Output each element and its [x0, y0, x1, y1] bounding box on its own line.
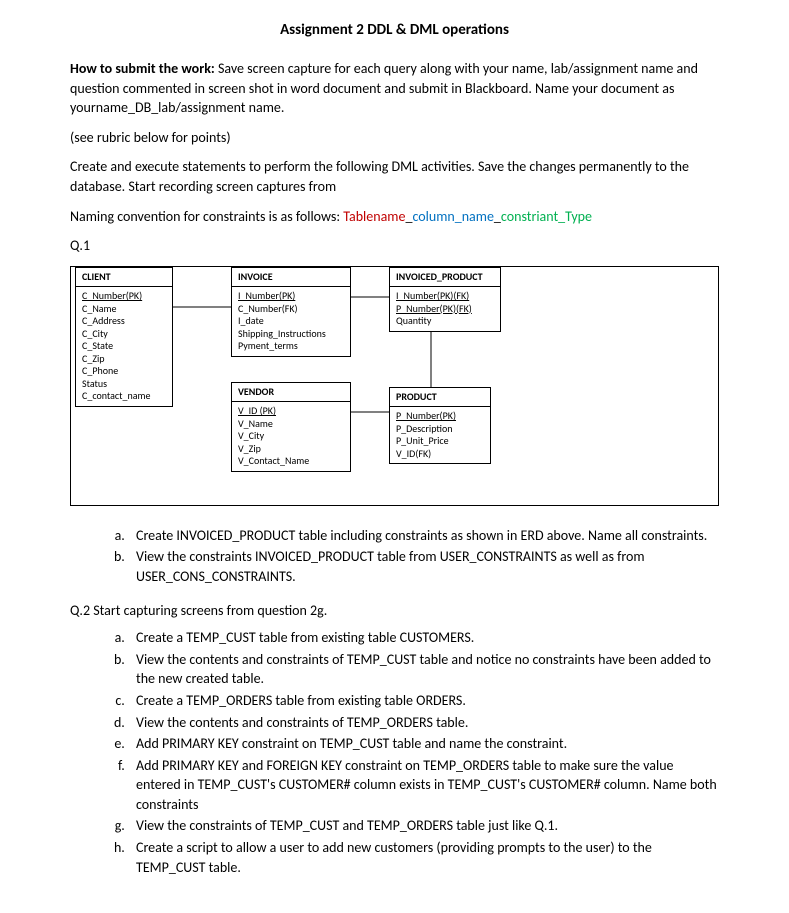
- entity-client-row: C_State: [82, 340, 166, 353]
- q1-item-a: Create INVOICED_PRODUCT table including …: [128, 526, 719, 546]
- q1-list: Create INVOICED_PRODUCT table including …: [70, 526, 719, 587]
- naming-column: column_name: [412, 208, 493, 225]
- q2-list: Create a TEMP_CUST table from existing t…: [70, 628, 719, 877]
- entity-vendor-row: V_City: [238, 430, 344, 443]
- entity-invoiced-product-row: I_Number(PK)(FK): [396, 290, 494, 303]
- entity-client: CLIENT C_Number(PK) C_Name C_Address C_C…: [75, 267, 173, 407]
- entity-invoice-row: Pyment_terms: [238, 340, 344, 353]
- create-stmt: Create and execute statements to perform…: [70, 157, 719, 196]
- q2-item-c: Create a TEMP_ORDERS table from existing…: [128, 691, 719, 711]
- entity-invoice: INVOICE I_Number(PK) C_Number(FK) I_date…: [231, 267, 351, 357]
- entity-invoice-row: I_date: [238, 315, 344, 328]
- naming-tablename: Tablename: [343, 208, 405, 225]
- doc-title: Assignment 2 DDL & DML operations: [70, 20, 719, 41]
- naming-convention: Naming convention for constraints is as …: [70, 207, 719, 227]
- entity-client-row: C_Phone: [82, 365, 166, 378]
- howto-para: How to submit the work: Save screen capt…: [70, 59, 719, 118]
- q2-item-d: View the contents and constraints of TEM…: [128, 713, 719, 733]
- entity-invoiced-product-title: INVOICED_PRODUCT: [390, 268, 500, 288]
- q2-item-f: Add PRIMARY KEY and FOREIGN KEY constrai…: [128, 756, 719, 815]
- rubric-note: (see rubric below for points): [70, 128, 719, 148]
- q2-label: Q.2 Start capturing screens from questio…: [70, 601, 719, 621]
- naming-prefix: Naming convention for constraints is as …: [70, 208, 343, 225]
- erd-diagram: CLIENT C_Number(PK) C_Name C_Address C_C…: [70, 266, 719, 506]
- entity-product-row: P_Unit_Price: [396, 435, 484, 448]
- entity-client-row: C_contact_name: [82, 390, 166, 403]
- q2-item-a: Create a TEMP_CUST table from existing t…: [128, 628, 719, 648]
- naming-sep2: _: [494, 208, 501, 225]
- entity-invoiced-product-row: Quantity: [396, 315, 494, 328]
- q2-item-g: View the constraints of TEMP_CUST and TE…: [128, 816, 719, 836]
- entity-vendor-title: VENDOR: [232, 383, 350, 403]
- q1-item-b: View the constraints INVOICED_PRODUCT ta…: [128, 547, 719, 586]
- q2-item-e: Add PRIMARY KEY constraint on TEMP_CUST …: [128, 734, 719, 754]
- entity-product-title: PRODUCT: [390, 388, 490, 408]
- entity-client-row: C_Address: [82, 315, 166, 328]
- entity-client-row: C_Number(PK): [82, 290, 166, 303]
- entity-product-row: P_Number(PK): [396, 410, 484, 423]
- entity-vendor-row: V_ID (PK): [238, 405, 344, 418]
- entity-invoice-title: INVOICE: [232, 268, 350, 288]
- entity-client-title: CLIENT: [76, 268, 172, 288]
- entity-vendor-row: V_Contact_Name: [238, 455, 344, 468]
- q2-item-h: Create a script to allow a user to add n…: [128, 838, 719, 877]
- howto-label: How to submit the work:: [70, 60, 215, 77]
- entity-vendor: VENDOR V_ID (PK) V_Name V_City V_Zip V_C…: [231, 382, 351, 472]
- entity-product-row: V_ID(FK): [396, 448, 484, 461]
- naming-type: constriant_Type: [501, 208, 592, 225]
- q1-label: Q.1: [70, 236, 719, 256]
- entity-invoiced-product: INVOICED_PRODUCT I_Number(PK)(FK) P_Numb…: [389, 267, 501, 332]
- entity-invoice-row: I_Number(PK): [238, 290, 344, 303]
- entity-product: PRODUCT P_Number(PK) P_Description P_Uni…: [389, 387, 491, 465]
- q2-item-b: View the contents and constraints of TEM…: [128, 650, 719, 689]
